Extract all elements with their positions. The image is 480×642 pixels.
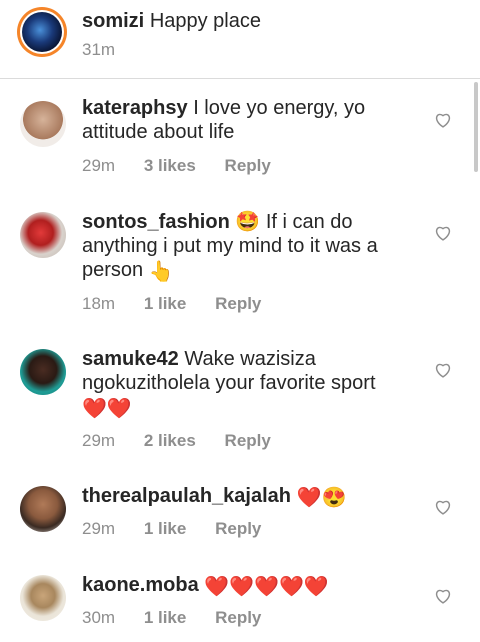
pointing-up-emoji: 👆 (148, 261, 174, 283)
comment-likes[interactable]: 1 like (144, 294, 187, 313)
heart-eyes-emojis: ❤️😍 (296, 487, 347, 509)
commenter-username[interactable]: kateraphsy (82, 97, 188, 119)
post-caption: Happy place (149, 10, 261, 32)
reply-button[interactable]: Reply (215, 608, 261, 627)
comment-likes[interactable]: 1 like (144, 608, 187, 627)
post-caption-line: somizi Happy place (82, 9, 261, 33)
commenter-username[interactable]: kaone.moba (82, 574, 199, 596)
heart-outline-icon[interactable] (434, 588, 452, 604)
commenter-username[interactable]: therealpaulah_kajalah (82, 485, 291, 507)
commenter-avatar[interactable] (20, 349, 66, 395)
heart-emojis: ❤️❤️ (82, 398, 132, 420)
commenter-avatar[interactable] (20, 212, 66, 258)
comment-meta: 29m 2 likes Reply (82, 431, 295, 451)
comment-likes[interactable]: 2 likes (144, 431, 196, 450)
comment-time: 30m (82, 608, 116, 627)
comment-time: 18m (82, 294, 116, 313)
commenter-avatar[interactable] (20, 486, 66, 532)
comment-time: 29m (82, 156, 116, 175)
comment-meta: 18m 1 like Reply (82, 294, 285, 314)
comment-text-block: kaone.moba ❤️❤️❤️❤️❤️ (82, 573, 412, 597)
commenter-username[interactable]: samuke42 (82, 348, 179, 370)
comment-text-block: therealpaulah_kajalah ❤️😍 (82, 484, 412, 508)
comment-time: 29m (82, 519, 116, 538)
commenter-avatar[interactable] (20, 575, 66, 621)
comment-text-block: samuke42 Wake wazisiza ngokuzitholela yo… (82, 347, 412, 419)
heart-outline-icon[interactable] (434, 362, 452, 378)
comment-text-block: sontos_fashion 🤩 If i can do anything i … (82, 210, 412, 282)
post-header: somizi Happy place 31m (0, 0, 480, 78)
comment-meta: 29m 3 likes Reply (82, 156, 295, 176)
post-author-avatar[interactable] (17, 7, 67, 57)
heart-outline-icon[interactable] (434, 225, 452, 241)
reply-button[interactable]: Reply (225, 431, 271, 450)
heart-outline-icon[interactable] (434, 112, 452, 128)
heart-emojis: ❤️❤️❤️❤️❤️ (204, 576, 329, 598)
comment-likes[interactable]: 3 likes (144, 156, 196, 175)
reply-button[interactable]: Reply (215, 519, 261, 538)
comment-meta: 29m 1 like Reply (82, 519, 285, 539)
comment-time: 29m (82, 431, 116, 450)
comment-likes[interactable]: 1 like (144, 519, 187, 538)
commenter-avatar[interactable] (20, 101, 66, 147)
post-author-username[interactable]: somizi (82, 10, 144, 32)
header-divider (0, 78, 480, 79)
post-time: 31m (82, 40, 116, 59)
heart-outline-icon[interactable] (434, 499, 452, 515)
comment-text-block: kateraphsy I love yo energy, yo attitude… (82, 96, 412, 144)
reply-button[interactable]: Reply (225, 156, 271, 175)
comment-meta: 30m 1 like Reply (82, 608, 285, 628)
reply-button[interactable]: Reply (215, 294, 261, 313)
scrollbar[interactable] (474, 82, 478, 172)
commenter-username[interactable]: sontos_fashion (82, 211, 230, 233)
